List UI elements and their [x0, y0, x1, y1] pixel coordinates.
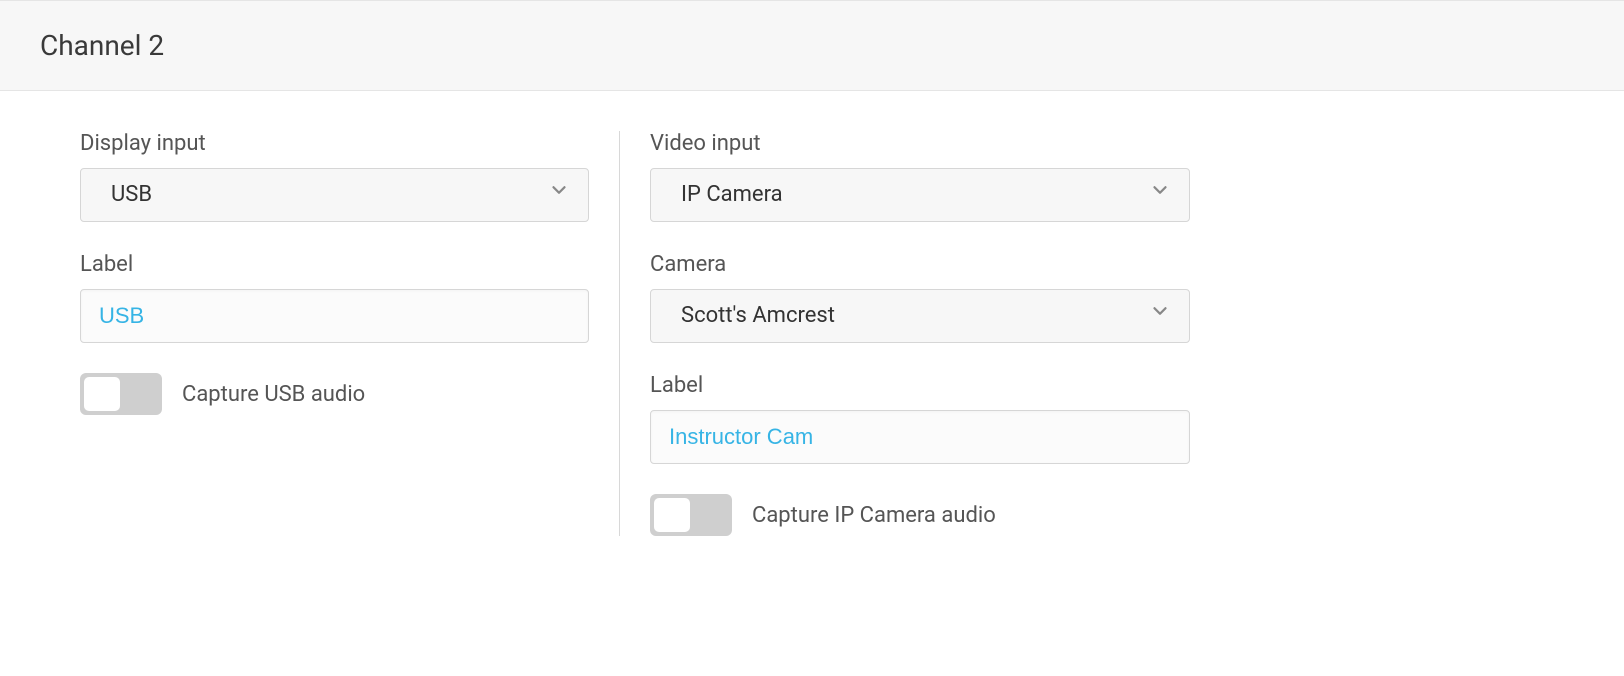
camera-field: Camera Scott's Amcrest: [650, 252, 1190, 343]
video-input-value: IP Camera: [681, 182, 783, 207]
video-label-field: Label: [650, 373, 1190, 464]
capture-ip-audio-row: Capture IP Camera audio: [650, 494, 1190, 536]
toggle-knob: [84, 377, 120, 411]
toggle-knob: [654, 498, 690, 532]
capture-usb-audio-row: Capture USB audio: [80, 373, 589, 415]
display-label-caption: Label: [80, 252, 589, 277]
video-column: Video input IP Camera Camera Scott's Amc…: [620, 131, 1190, 536]
capture-ip-audio-toggle[interactable]: [650, 494, 732, 536]
capture-ip-audio-label: Capture IP Camera audio: [752, 503, 996, 528]
columns: Display input USB Label: [80, 131, 1544, 536]
camera-label: Camera: [650, 252, 1190, 277]
display-column: Display input USB Label: [80, 131, 620, 536]
display-input-select-box[interactable]: USB: [80, 168, 589, 222]
camera-value: Scott's Amcrest: [681, 303, 835, 328]
chevron-down-icon: [548, 169, 570, 221]
display-input-field: Display input USB: [80, 131, 589, 222]
chevron-down-icon: [1149, 169, 1171, 221]
display-input-value: USB: [111, 182, 152, 207]
video-input-field: Video input IP Camera: [650, 131, 1190, 222]
channel-header: Channel 2: [0, 0, 1624, 91]
camera-select-box[interactable]: Scott's Amcrest: [650, 289, 1190, 343]
video-label-caption: Label: [650, 373, 1190, 398]
display-input-select[interactable]: USB: [80, 168, 589, 222]
display-label-input[interactable]: [80, 289, 589, 343]
display-input-label: Display input: [80, 131, 589, 156]
video-input-label: Video input: [650, 131, 1190, 156]
display-label-field: Label: [80, 252, 589, 343]
channel-title: Channel 2: [40, 29, 1584, 62]
capture-usb-audio-label: Capture USB audio: [182, 382, 365, 407]
video-input-select-box[interactable]: IP Camera: [650, 168, 1190, 222]
camera-select[interactable]: Scott's Amcrest: [650, 289, 1190, 343]
video-input-select[interactable]: IP Camera: [650, 168, 1190, 222]
chevron-down-icon: [1149, 290, 1171, 342]
channel-body: Display input USB Label: [0, 91, 1624, 576]
video-label-input[interactable]: [650, 410, 1190, 464]
capture-usb-audio-toggle[interactable]: [80, 373, 162, 415]
